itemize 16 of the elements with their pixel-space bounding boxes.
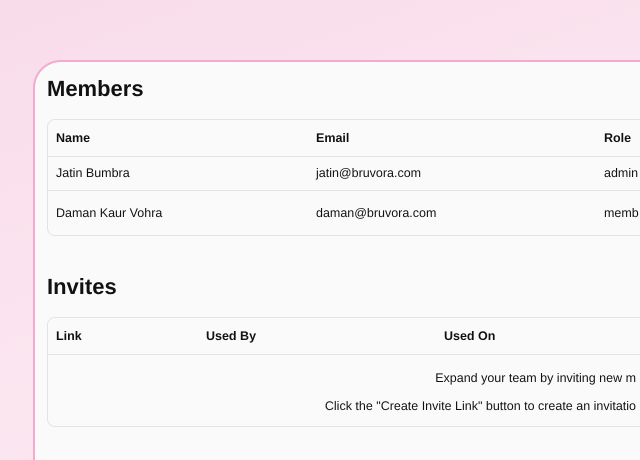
table-cell-text: jatin@bruvora.com [316,165,422,182]
table-cell-text: Jatin Bumbra [56,165,131,182]
empty-state-text: Expand your team by inviting new m [435,370,636,387]
table-cell-text: memb [604,204,640,222]
column-header: Used On [444,328,496,345]
column-header: Email [316,130,350,147]
table-cell-text: admin [604,165,640,182]
table-cell-text: daman@bruvora.com [316,204,438,222]
column-header: Used By [206,328,258,345]
section-title: Invites [47,273,118,301]
empty-state-text: Click the "Create Invite Link" button to create an invitatio [324,398,636,415]
column-header: Name [56,130,92,147]
table-cell-text: Daman Kaur Vohra [56,204,164,222]
column-header: Role [604,130,632,147]
section-title: Members [47,75,145,103]
column-header: Link [56,328,83,345]
